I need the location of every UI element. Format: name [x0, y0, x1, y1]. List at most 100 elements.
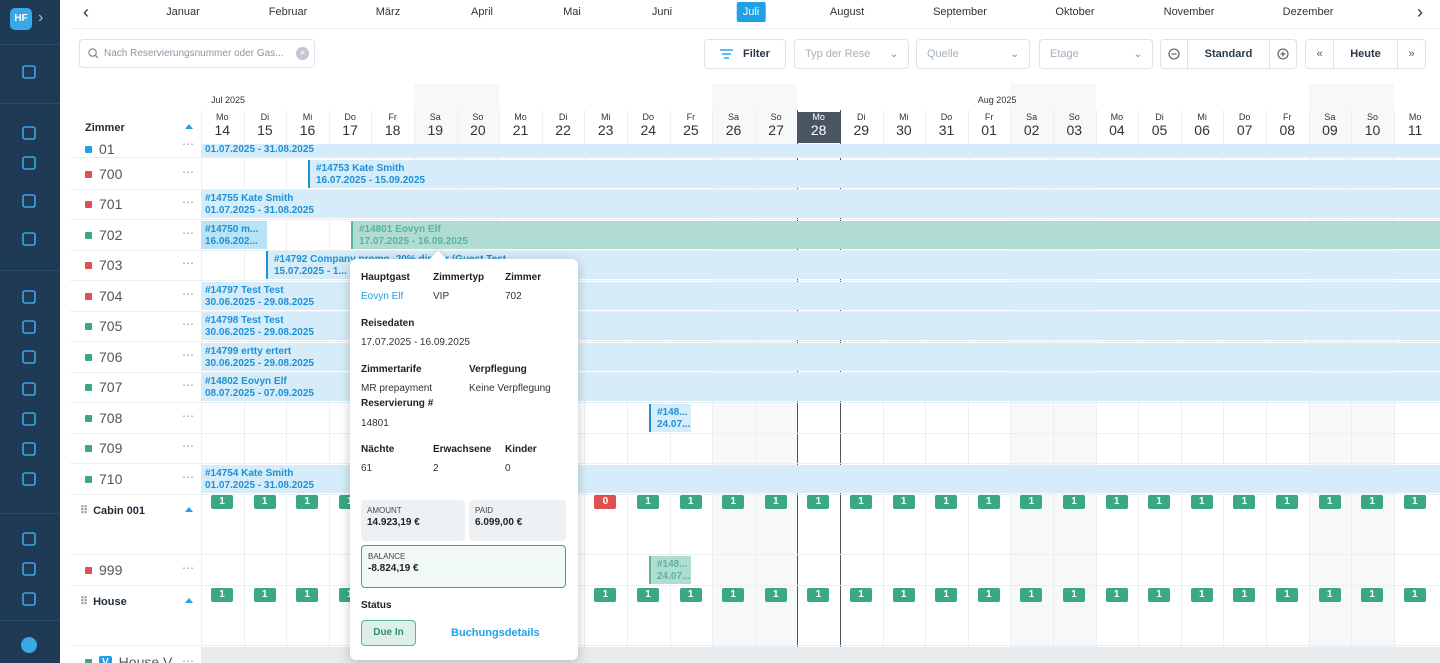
room-label[interactable]: 709 [85, 433, 122, 463]
day-header[interactable]: Mo 21 [499, 112, 542, 138]
cart-icon[interactable] [20, 380, 38, 398]
drag-handle-icon[interactable]: ⠿ [80, 504, 88, 517]
room-label[interactable]: 700 [85, 159, 122, 189]
search-input[interactable]: Nach Reservierungsnummer oder Gas... × [79, 39, 315, 68]
room-label[interactable]: 702 [85, 220, 122, 250]
zoom-out-button[interactable] [1161, 40, 1188, 68]
month-tab-3[interactable]: März [376, 6, 400, 18]
availability-count[interactable]: 1 [211, 495, 233, 509]
broom-icon[interactable] [20, 410, 38, 428]
room-label[interactable]: V House V... [85, 647, 183, 663]
next-period-button[interactable]: » [1397, 40, 1425, 68]
month-tab-7[interactable]: Juli [736, 2, 766, 22]
day-header[interactable]: So 27 [755, 112, 798, 138]
room-menu-icon[interactable]: ⋯ [182, 561, 195, 575]
day-header[interactable]: Mi 06 [1181, 112, 1224, 138]
availability-count[interactable]: 1 [1276, 588, 1298, 602]
award-icon[interactable] [20, 192, 38, 210]
day-header[interactable]: Sa 19 [414, 112, 457, 138]
bell-icon[interactable] [20, 154, 38, 172]
availability-count[interactable]: 1 [722, 588, 745, 602]
day-header[interactable]: Fr 01 [968, 112, 1011, 138]
availability-count[interactable]: 1 [935, 588, 958, 602]
month-tab-4[interactable]: April [471, 6, 493, 18]
floor-select[interactable]: Etage ⌄ [1039, 39, 1153, 69]
room-menu-icon[interactable]: ⋯ [182, 470, 195, 484]
availability-count[interactable]: 1 [1318, 588, 1341, 602]
day-header[interactable]: Sa 02 [1010, 112, 1053, 138]
grid-icon[interactable] [20, 230, 38, 248]
availability-count[interactable]: 1 [1148, 588, 1171, 602]
availability-count[interactable]: 1 [1063, 588, 1085, 602]
source-select[interactable]: Quelle ⌄ [916, 39, 1030, 69]
prev-period-button[interactable]: « [1306, 40, 1334, 68]
prev-year-button[interactable]: ‹ [76, 2, 96, 23]
next-year-button[interactable]: › [1410, 2, 1430, 23]
day-header[interactable]: Fr 25 [670, 112, 713, 138]
booking-details-link[interactable]: Buchungsdetails [451, 627, 540, 639]
room-label[interactable]: 701 [85, 189, 122, 219]
availability-count[interactable]: 1 [1063, 495, 1085, 509]
user-icon[interactable] [20, 348, 38, 366]
day-header[interactable]: Sa 26 [712, 112, 755, 138]
room-menu-icon[interactable]: ⋯ [182, 378, 195, 392]
filter-button[interactable]: Filter [704, 39, 786, 69]
group-label[interactable]: ⠿ Cabin 001 [80, 504, 145, 518]
clipboard-icon[interactable] [20, 590, 38, 608]
booking-bar[interactable]: #14755 Kate Smith 01.07.2025 - 31.08.2025 [201, 190, 1440, 218]
book-icon[interactable] [20, 560, 38, 578]
availability-count[interactable]: 1 [594, 588, 617, 602]
room-label[interactable]: 703 [85, 250, 122, 280]
availability-count[interactable]: 1 [1020, 495, 1043, 509]
day-header[interactable]: Di 29 [840, 112, 883, 138]
guest-link[interactable]: Eovyn Elf [361, 291, 403, 302]
day-header[interactable]: Mo 11 [1394, 112, 1437, 138]
room-menu-icon[interactable]: ⋯ [182, 348, 195, 362]
booking-bar[interactable]: #148... 24.07... [649, 404, 691, 432]
day-header[interactable]: Mi 16 [286, 112, 329, 138]
search-icon[interactable] [20, 124, 38, 142]
availability-count[interactable]: 1 [637, 495, 659, 509]
availability-count[interactable]: 1 [211, 588, 233, 602]
day-header[interactable]: Mi 30 [883, 112, 926, 138]
collapse-group-icon[interactable] [185, 598, 193, 603]
availability-count[interactable]: 1 [1318, 495, 1341, 509]
availability-count[interactable]: 1 [1105, 495, 1128, 509]
month-tab-9[interactable]: September [933, 6, 987, 18]
room-menu-icon[interactable]: ⋯ [182, 256, 195, 270]
month-tab-12[interactable]: Dezember [1283, 6, 1334, 18]
month-tab-2[interactable]: Februar [269, 6, 308, 18]
dashboard-icon[interactable] [20, 530, 38, 548]
reservation-type-select[interactable]: Typ der Rese ⌄ [794, 39, 909, 69]
chat-icon[interactable] [20, 470, 38, 488]
day-header[interactable]: Di 05 [1138, 112, 1181, 138]
month-tab-11[interactable]: November [1164, 6, 1215, 18]
day-header[interactable]: Mo 04 [1096, 112, 1139, 138]
room-menu-icon[interactable]: ⋯ [182, 226, 195, 240]
room-label[interactable]: 705 [85, 311, 122, 341]
clear-search-icon[interactable]: × [296, 47, 309, 60]
sort-asc-icon[interactable] [185, 124, 193, 129]
availability-count[interactable]: 1 [1148, 495, 1171, 509]
booking-bar[interactable]: #14750 m... 16.06.202... [201, 221, 267, 249]
availability-count[interactable]: 1 [764, 495, 787, 509]
room-menu-icon[interactable]: ⋯ [182, 195, 195, 209]
room-label[interactable]: 704 [85, 281, 122, 311]
availability-count[interactable]: 1 [892, 588, 915, 602]
room-label[interactable]: 706 [85, 342, 122, 372]
availability-count[interactable]: 1 [679, 495, 702, 509]
availability-count[interactable]: 1 [892, 495, 915, 509]
calendar-icon[interactable] [20, 288, 38, 306]
availability-count[interactable]: 1 [637, 588, 659, 602]
availability-count[interactable]: 1 [1233, 495, 1256, 509]
availability-count[interactable]: 1 [1361, 495, 1384, 509]
availability-count[interactable]: 1 [850, 495, 872, 509]
home-icon[interactable] [20, 63, 38, 81]
availability-count[interactable]: 0 [594, 495, 617, 509]
month-tab-1[interactable]: Januar [166, 6, 200, 18]
day-header[interactable]: Do 17 [329, 112, 372, 138]
day-header[interactable]: Do 31 [925, 112, 968, 138]
room-menu-icon[interactable]: ⋯ [182, 165, 195, 179]
profile-icon[interactable] [20, 636, 38, 654]
month-tab-8[interactable]: August [830, 6, 864, 18]
